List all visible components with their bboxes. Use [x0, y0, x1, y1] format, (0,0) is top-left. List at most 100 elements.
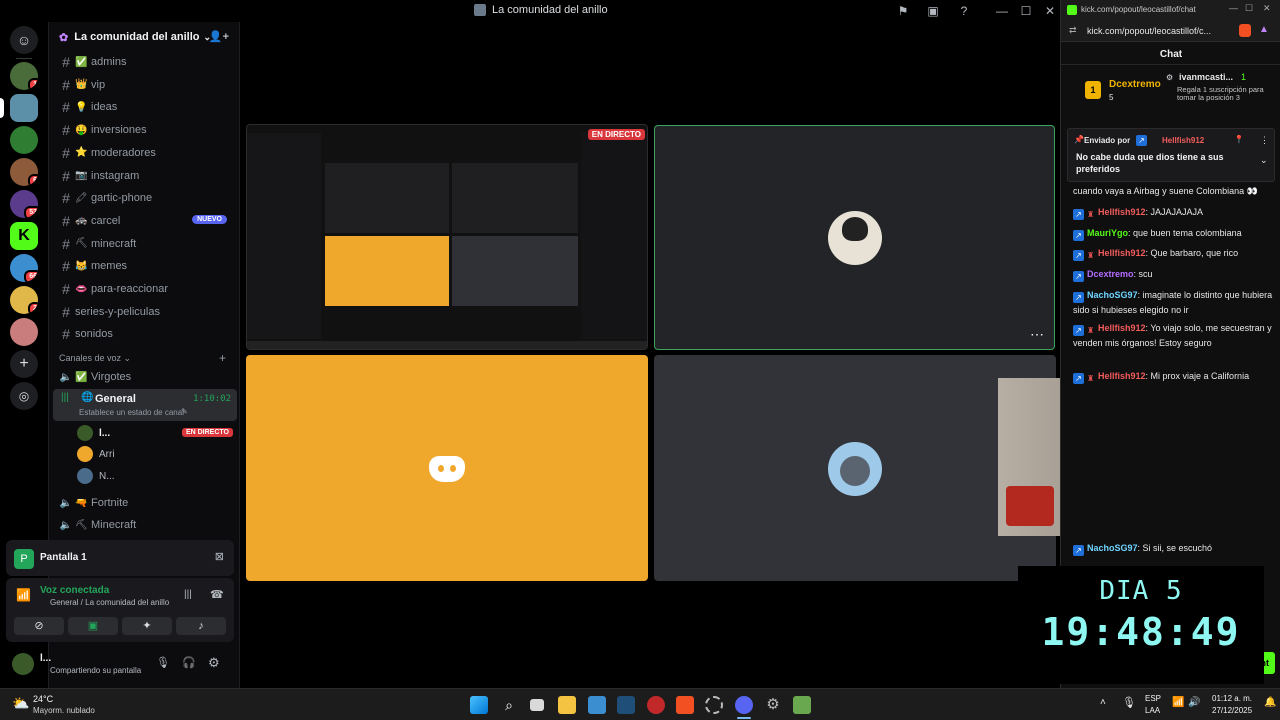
app-dashed-icon[interactable] [705, 696, 723, 714]
start-icon[interactable] [470, 696, 488, 714]
tray-chevron-icon[interactable]: ˄ [1100, 697, 1106, 708]
minimize-icon[interactable]: — [1229, 3, 1238, 13]
channel-memes[interactable]: # 😹 memes [57, 256, 237, 276]
invite-icon[interactable]: 👤+ [209, 30, 229, 43]
server-icon-1[interactable]: 1 [10, 62, 38, 90]
close-icon[interactable]: ✕ [1263, 3, 1271, 14]
chat-message[interactable]: ↗ MauriYgo: que buen tema colombiana [1073, 226, 1273, 241]
add-channel-icon[interactable]: + [219, 351, 226, 365]
brave-shield-icon[interactable] [1239, 24, 1251, 37]
chat-message[interactable]: ↗ Dcextremo: scu [1073, 267, 1273, 282]
file-explorer-icon[interactable] [558, 696, 576, 714]
channel-minecraft[interactable]: # ⛏ minecraft [57, 234, 237, 254]
chat-username[interactable]: Hellfish912 [1098, 248, 1146, 258]
settings-gear-icon[interactable]: ⚙ [208, 655, 220, 671]
channel-admins[interactable]: # ✅ admins [57, 52, 237, 72]
kick-server-icon[interactable]: K [10, 222, 38, 250]
chat-message[interactable]: cuando vaya a Airbag y suene Colombiana … [1073, 184, 1273, 198]
channel-instagram[interactable]: # 📷 instagram [57, 166, 237, 186]
inbox-flag-icon[interactable]: ⚑ [895, 3, 911, 19]
channel-moderadores[interactable]: # ⭐ moderadores [57, 143, 237, 163]
app-icon[interactable] [617, 696, 635, 714]
address-bar[interactable]: ⇄ kick.com/popout/leocastillof/c... ▲ [1061, 20, 1280, 42]
participant-tile[interactable] [654, 355, 1056, 581]
channel-sonidos[interactable]: # sonidos [57, 324, 237, 344]
server-icon-3[interactable]: 6 [10, 158, 38, 186]
add-server-icon[interactable]: + [10, 350, 38, 378]
channel-gartic-phone[interactable]: # 🖍 gartic-phone [57, 188, 237, 208]
notifications-icon[interactable]: 🔔 [1264, 697, 1276, 708]
voice-channel-virgotes[interactable]: 🔈 ✅ Virgotes [57, 367, 237, 387]
chat-username[interactable]: MauriYgo [1087, 228, 1128, 238]
maximize-icon[interactable]: ☐ [1245, 3, 1253, 14]
channel-status[interactable]: Establece un estado de canal [79, 408, 184, 417]
voice-channel-general[interactable]: ||| 🌐 General 1:10:02 Establece un estad… [53, 389, 237, 421]
participant-tile-speaking[interactable]: ⋯ [654, 125, 1055, 350]
chevron-down-icon[interactable]: ⌄ [1260, 155, 1268, 166]
chat-message[interactable]: ↗ NachoSG97: imaginate lo distinto que hu… [1073, 288, 1273, 317]
chat-username[interactable]: NachoSG97 [1087, 290, 1138, 300]
chat-username[interactable]: Hellfish912 [1098, 371, 1146, 381]
more-options-icon[interactable]: ⋯ [1030, 326, 1044, 343]
app-red-icon[interactable] [647, 696, 665, 714]
activities-button[interactable]: ✦ [122, 617, 172, 635]
search-icon[interactable]: ⌕ [500, 696, 518, 714]
site-settings-icon[interactable]: ⇄ [1069, 25, 1077, 36]
voice-user[interactable]: l... EN DIRECTO [77, 423, 233, 443]
camera-off-button[interactable]: ⊘ [14, 617, 64, 635]
chat-message[interactable]: ↗ ♜ Hellfish912: Yo viajo solo, me secuest… [1073, 321, 1273, 350]
voice-user[interactable]: N... [77, 466, 115, 486]
headphones-icon[interactable]: 🎧 [182, 656, 196, 669]
chat-message[interactable]: ↗ NachoSG97: Si sii, se escuchó [1073, 541, 1273, 556]
close-icon[interactable]: ✕ [1042, 3, 1058, 19]
chat-message[interactable]: ↗ ♜ Hellfish912: Mi prox viaje a Californi… [1073, 369, 1273, 384]
unpin-icon[interactable]: 📍 [1234, 135, 1244, 144]
help-icon[interactable]: ? [956, 3, 972, 19]
volume-icon[interactable]: 🔊 [1188, 697, 1200, 708]
channel-vip[interactable]: # 👑 vip [57, 75, 237, 95]
noise-suppression-icon[interactable]: ||| [184, 589, 192, 600]
pencil-icon[interactable]: ✎ [181, 407, 188, 416]
discord-taskbar-icon[interactable] [735, 696, 753, 714]
pinned-message[interactable]: 📌 Enviado por ↗ Hellfish912 📍 ⋮ No cabe … [1067, 128, 1275, 182]
minimize-icon[interactable]: — [994, 3, 1010, 19]
disconnect-icon[interactable]: ☎ [210, 588, 224, 601]
server-icon-active[interactable] [10, 94, 38, 122]
discord-home-icon[interactable]: ☺ [10, 26, 38, 54]
stream-tile[interactable]: EN DIRECTO [246, 124, 648, 350]
soundboard-button[interactable]: ♪ [176, 617, 226, 635]
channel-ideas[interactable]: # 💡 ideas [57, 97, 237, 117]
close-share-icon[interactable]: ⊠ [215, 550, 224, 563]
server-icon-6[interactable]: 2 [10, 286, 38, 314]
brave-rewards-icon[interactable]: ▲ [1259, 24, 1269, 35]
chat-username[interactable]: NachoSG97 [1087, 543, 1138, 553]
store-icon[interactable] [588, 696, 606, 714]
settings-icon[interactable]: ⚙ [764, 696, 782, 714]
more-options-icon[interactable]: ⋮ [1260, 135, 1269, 146]
microphone-icon[interactable]: 🎙 [156, 656, 170, 669]
voice-channel-minecraft[interactable]: 🔈 ⛏ Minecraft [57, 515, 237, 535]
chat-username[interactable]: Hellfish912 [1098, 323, 1146, 333]
server-icon-7[interactable] [10, 318, 38, 346]
chat-username[interactable]: Hellfish912 [1098, 207, 1146, 217]
guild-header[interactable]: ✿ La comunidad del anillo ⌄ 👤+ [49, 22, 241, 52]
channel-carcel[interactable]: # 🚓 carcel NUEVO [57, 211, 237, 231]
microphone-icon[interactable]: 🎙 [1122, 696, 1136, 709]
inbox-icon[interactable]: ▣ [925, 3, 941, 19]
discover-icon[interactable]: ◎ [10, 382, 38, 410]
server-icon-4[interactable]: 53 [10, 190, 38, 218]
chat-message[interactable]: ↗ ♜ Hellfish912: Que barbaro, que rico [1073, 246, 1273, 261]
chat-username[interactable]: Dcextremo [1087, 269, 1134, 279]
maximize-icon[interactable]: ☐ [1018, 3, 1034, 19]
weather-icon[interactable]: ⛅ [12, 695, 29, 712]
avatar[interactable] [12, 653, 34, 675]
wifi-icon[interactable]: 📶 [1172, 697, 1184, 708]
server-icon-5[interactable]: 66 [10, 254, 38, 282]
voice-user[interactable]: Arri [77, 444, 115, 464]
participant-tile-orange[interactable] [246, 355, 648, 581]
brave-browser-icon[interactable] [676, 696, 694, 714]
task-view-icon[interactable] [530, 699, 544, 711]
channel-series-y-peliculas[interactable]: # series-y-peliculas [57, 302, 237, 322]
chat-message[interactable]: ↗ ♜ Hellfish912: JAJAJAJAJA [1073, 205, 1273, 220]
server-icon-2[interactable] [10, 126, 38, 154]
